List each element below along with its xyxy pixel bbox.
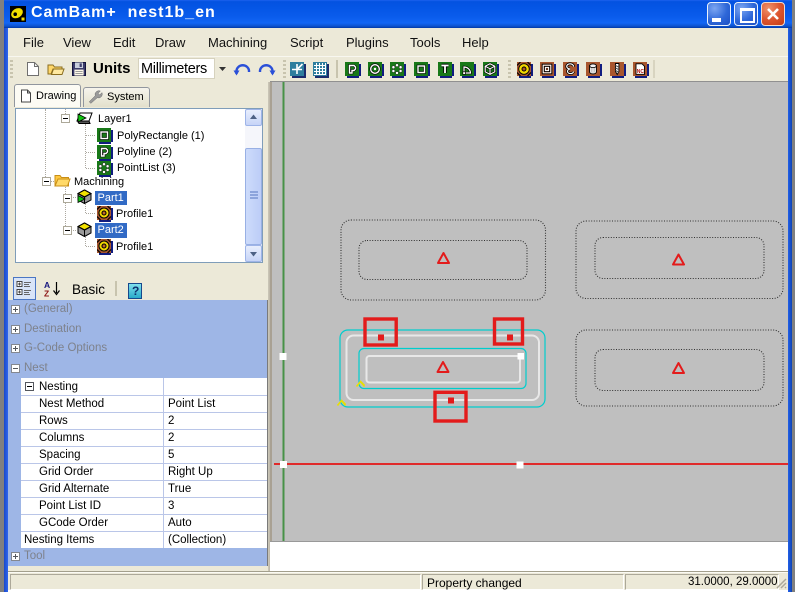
svg-text:Z: Z <box>44 289 49 299</box>
svg-text:NC: NC <box>637 69 645 75</box>
